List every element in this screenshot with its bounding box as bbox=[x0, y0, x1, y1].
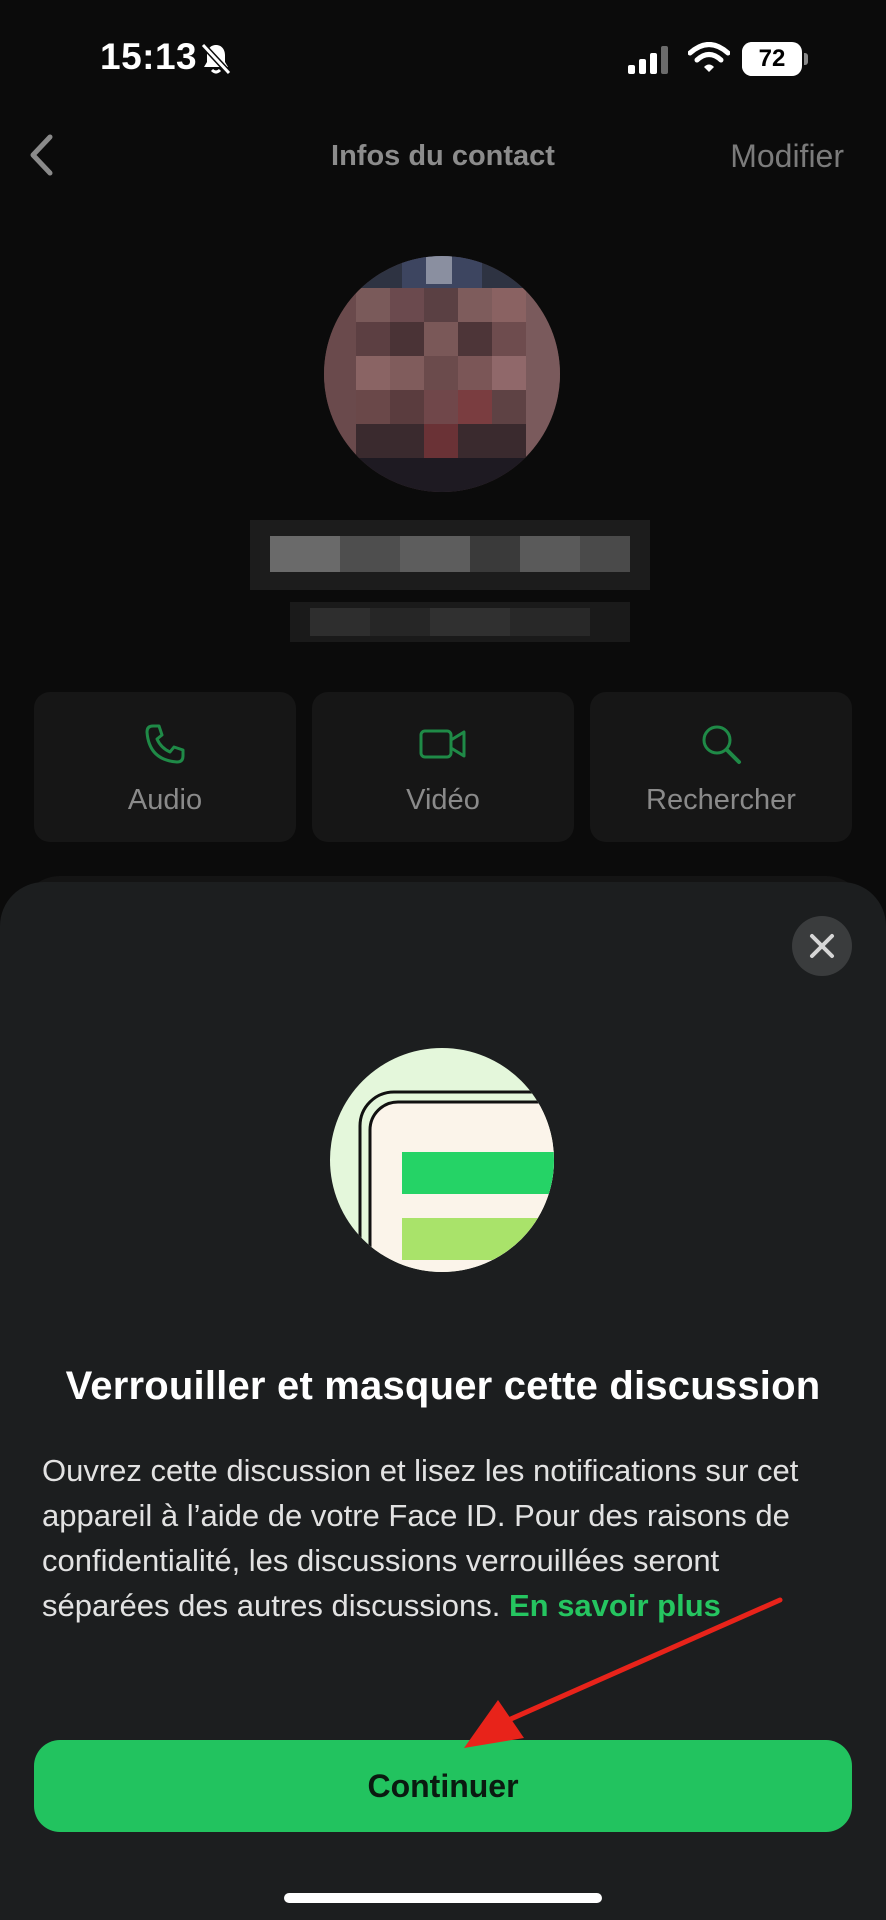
locked-chat-illustration bbox=[330, 1048, 554, 1272]
screen: 15:13 72 Infos du contact Modifier Audio… bbox=[0, 0, 886, 1920]
video-label: Vidéo bbox=[406, 784, 480, 816]
bell-slash-icon bbox=[200, 42, 232, 76]
search-button[interactable]: Rechercher bbox=[590, 692, 852, 842]
close-button[interactable] bbox=[792, 916, 852, 976]
magnifier-icon bbox=[702, 725, 741, 764]
contact-name-redacted bbox=[250, 520, 650, 642]
avatar[interactable] bbox=[322, 254, 562, 494]
wifi-icon bbox=[688, 42, 730, 72]
home-indicator bbox=[284, 1893, 602, 1903]
close-icon bbox=[810, 934, 834, 958]
video-call-button[interactable]: Vidéo bbox=[312, 692, 574, 842]
learn-more-link[interactable]: En savoir plus bbox=[509, 1588, 721, 1623]
video-camera-icon bbox=[419, 729, 466, 759]
continue-button[interactable]: Continuer bbox=[34, 1740, 852, 1832]
continue-label: Continuer bbox=[367, 1767, 519, 1804]
sheet-title: Verrouiller et masquer cette discussion bbox=[65, 1364, 821, 1408]
contact-actions: Audio Vidéo Rechercher bbox=[34, 692, 852, 842]
sheet-description: Ouvrez cette discussion et lisez les not… bbox=[42, 1448, 842, 1628]
status-time: 15:13 bbox=[100, 36, 198, 77]
search-label: Rechercher bbox=[646, 784, 796, 816]
battery-cap bbox=[804, 53, 808, 65]
battery-percent: 72 bbox=[758, 45, 786, 72]
status-bar: 15:13 72 bbox=[0, 0, 886, 120]
audio-call-button[interactable]: Audio bbox=[34, 692, 296, 842]
cellular-signal-icon bbox=[628, 46, 668, 74]
edit-button[interactable]: Modifier bbox=[730, 138, 844, 175]
phone-icon bbox=[145, 724, 185, 764]
battery-icon: 72 bbox=[742, 42, 808, 76]
audio-label: Audio bbox=[127, 784, 203, 816]
